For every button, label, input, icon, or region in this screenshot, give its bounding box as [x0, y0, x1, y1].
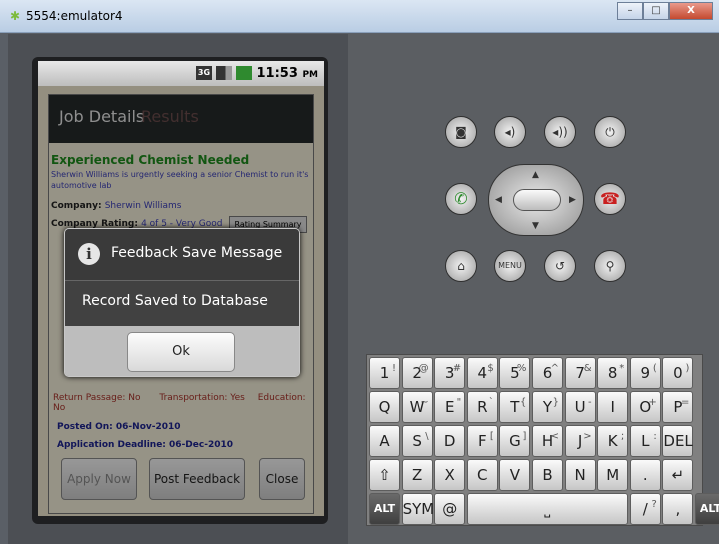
camera-icon: ◙ [455, 125, 467, 139]
key-e[interactable]: E " [434, 391, 466, 423]
dialog-header: i Feedback Save Message [65, 229, 299, 280]
dpad-left-icon[interactable]: ◀ [495, 195, 502, 205]
ok-button[interactable]: Ok [127, 332, 235, 372]
dpad-center[interactable] [513, 189, 561, 211]
dpad[interactable]: ▲ ▼ ◀ ▶ [488, 164, 584, 236]
key-alt-right[interactable]: ALT [695, 493, 719, 525]
window-controls: – □ X [617, 2, 713, 20]
key-p[interactable]: P = [662, 391, 694, 423]
key-x[interactable]: X [434, 459, 466, 491]
key-enter[interactable]: ↵ [662, 459, 694, 491]
volume-down-icon: ◂) [504, 125, 516, 139]
power-button[interactable]: ⏻ [594, 116, 626, 148]
key-a[interactable]: A [369, 425, 400, 457]
key-q[interactable]: Q [369, 391, 400, 423]
key-period[interactable]: . [629, 459, 661, 491]
end-call-button[interactable]: ☎ [594, 183, 626, 215]
key-s[interactable]: S \ [401, 425, 433, 457]
dpad-down-icon[interactable]: ▼ [532, 221, 539, 231]
key-u[interactable]: U- [564, 391, 596, 423]
key-m[interactable]: M [597, 459, 629, 491]
battery-icon [236, 66, 252, 80]
key-f[interactable]: F[ [466, 425, 498, 457]
status-bar: 3G 11:53 PM [38, 61, 324, 86]
key-8[interactable]: 8 * [597, 357, 629, 389]
key-sym[interactable]: SYM [401, 493, 434, 525]
search-icon: ⚲ [605, 259, 615, 273]
window-title: 5554:emulator4 [26, 9, 123, 23]
status-time: 11:53 PM [256, 66, 318, 81]
key-7[interactable]: 7 & [564, 357, 596, 389]
hang-up-icon: ☎ [600, 189, 620, 208]
key-slash[interactable]: /? [629, 493, 661, 525]
signal-icon [216, 66, 232, 80]
minimize-button[interactable]: – [617, 2, 643, 20]
menu-button[interactable]: MENU [494, 250, 526, 282]
dpad-up-icon[interactable]: ▲ [532, 170, 539, 180]
key-h[interactable]: H < [532, 425, 563, 457]
key-b[interactable]: B [532, 459, 563, 491]
back-button[interactable]: ↺ [544, 250, 576, 282]
android-icon: ✱ [10, 9, 21, 23]
key-shift[interactable]: ⇧ [369, 459, 400, 491]
key-l[interactable]: L: [629, 425, 661, 457]
key-g[interactable]: G] [499, 425, 531, 457]
call-button[interactable]: ✆ [445, 183, 477, 215]
key-w[interactable]: W ~ [401, 391, 433, 423]
key-2[interactable]: 2 @ [401, 357, 433, 389]
close-window-button[interactable]: X [669, 2, 713, 20]
key-t[interactable]: T{ [499, 391, 531, 423]
volume-up-button[interactable]: ◂)) [544, 116, 576, 148]
maximize-button[interactable]: □ [643, 2, 669, 20]
network-3g-icon: 3G [196, 66, 212, 80]
feedback-dialog: i Feedback Save Message Record Saved to … [64, 228, 300, 377]
key-9[interactable]: 9( [629, 357, 661, 389]
key-i[interactable]: I [597, 391, 629, 423]
key-j[interactable]: J > [564, 425, 596, 457]
key-n[interactable]: N [564, 459, 596, 491]
dpad-right-icon[interactable]: ▶ [569, 195, 576, 205]
key-delete[interactable]: DEL [662, 425, 694, 457]
home-icon: ⌂ [457, 259, 465, 273]
key-d[interactable]: D [434, 425, 466, 457]
key-0[interactable]: 0) [662, 357, 694, 389]
key-k[interactable]: K; [597, 425, 629, 457]
power-icon: ⏻ [605, 125, 615, 139]
dialog-title: Feedback Save Message [111, 245, 283, 261]
key-1[interactable]: 1! [369, 357, 400, 389]
dialog-message: Record Saved to Database [65, 280, 299, 326]
key-3[interactable]: 3 # [434, 357, 466, 389]
key-c[interactable]: C [466, 459, 498, 491]
device-screen[interactable]: 3G 11:53 PM Job Details Results Experien… [38, 61, 324, 516]
key-comma[interactable]: , [662, 493, 694, 525]
key-at[interactable]: @ [434, 493, 466, 525]
key-r[interactable]: R ` [466, 391, 498, 423]
key-alt-left[interactable]: ALT [369, 493, 400, 525]
key-4[interactable]: 4 $ [466, 357, 498, 389]
key-o[interactable]: O + [629, 391, 661, 423]
key-y[interactable]: Y} [532, 391, 563, 423]
key-5[interactable]: 5% [499, 357, 531, 389]
key-6[interactable]: 6 ^ [532, 357, 563, 389]
search-button[interactable]: ⚲ [594, 250, 626, 282]
camera-button[interactable]: ◙ [445, 116, 477, 148]
key-z[interactable]: Z [401, 459, 433, 491]
home-button[interactable]: ⌂ [445, 250, 477, 282]
key-space[interactable]: ⎵ [466, 493, 628, 525]
back-icon: ↺ [554, 259, 566, 273]
volume-up-icon: ◂)) [552, 125, 568, 139]
phone-icon: ✆ [454, 189, 468, 208]
dialog-footer: Ok [65, 326, 299, 376]
key-v[interactable]: V [499, 459, 531, 491]
volume-down-button[interactable]: ◂) [494, 116, 526, 148]
info-icon: i [78, 243, 100, 265]
window-titlebar: ✱ 5554:emulator4 – □ X [0, 0, 719, 33]
